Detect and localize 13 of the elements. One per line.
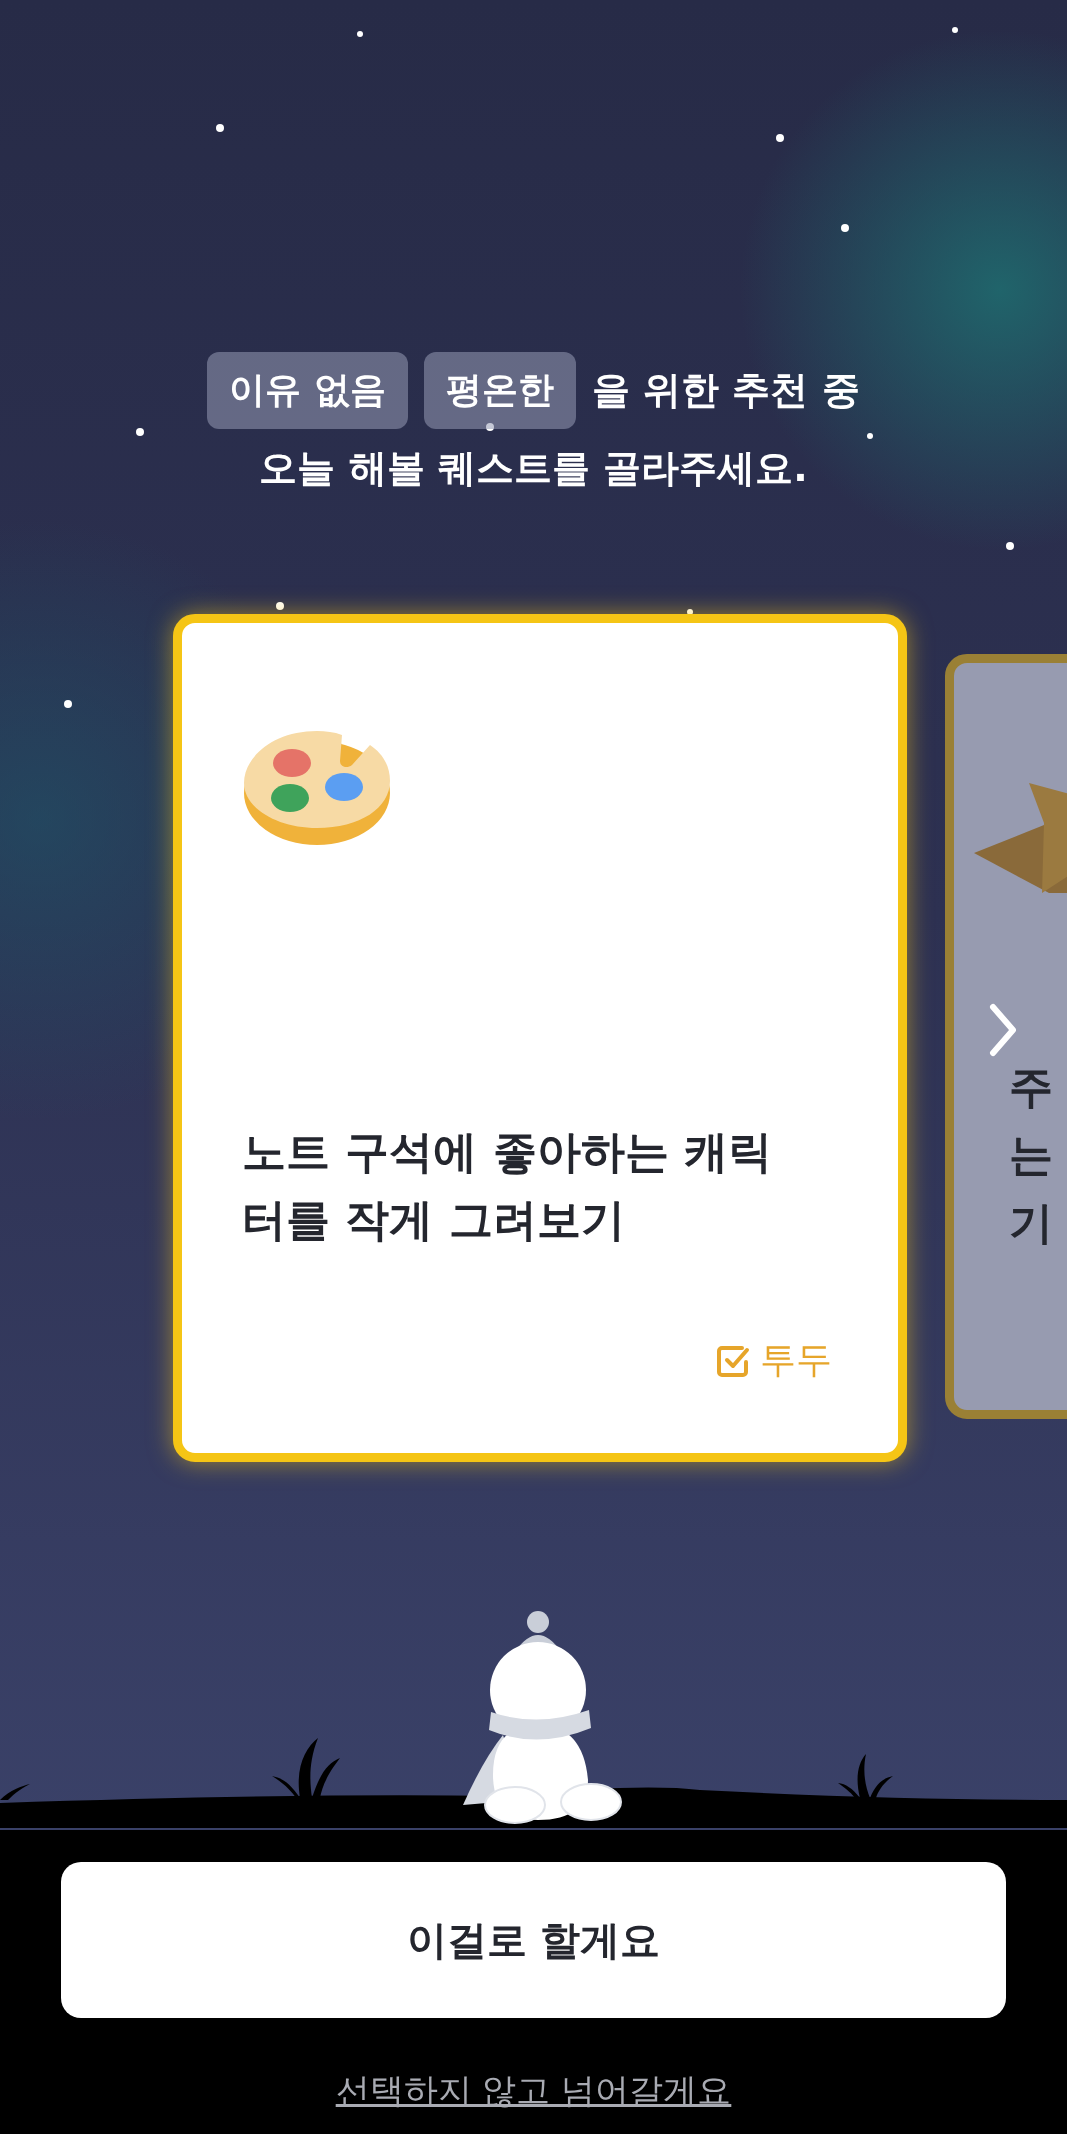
quest-type-label: 투두 (760, 1338, 832, 1382)
chevron-right-icon[interactable] (988, 1002, 1018, 1058)
prompt-text: 을 위한 추천 중 (591, 367, 860, 414)
checkbox-icon (716, 1343, 750, 1378)
confirm-button[interactable]: 이걸로 할게요 (61, 1862, 1006, 2018)
quest-title: 주 는 기 (1009, 1060, 1054, 1251)
quest-card[interactable]: 주 는 기 (945, 654, 1067, 1419)
quest-card[interactable]: 노트 구석에 좋아하는 캐릭 터를 작게 그려보기 투두 (173, 614, 907, 1462)
mood-chip: 평온한 (423, 352, 576, 429)
quest-title: 노트 구석에 좋아하는 캐릭 터를 작게 그려보기 (242, 1125, 773, 1248)
prompt-text: 오늘 해볼 퀘스트를 골라주세요. (259, 445, 808, 492)
mood-chip: 이유 없음 (207, 352, 408, 429)
skip-link[interactable]: 선택하지 않고 넘어갈게요 (335, 2068, 732, 2114)
